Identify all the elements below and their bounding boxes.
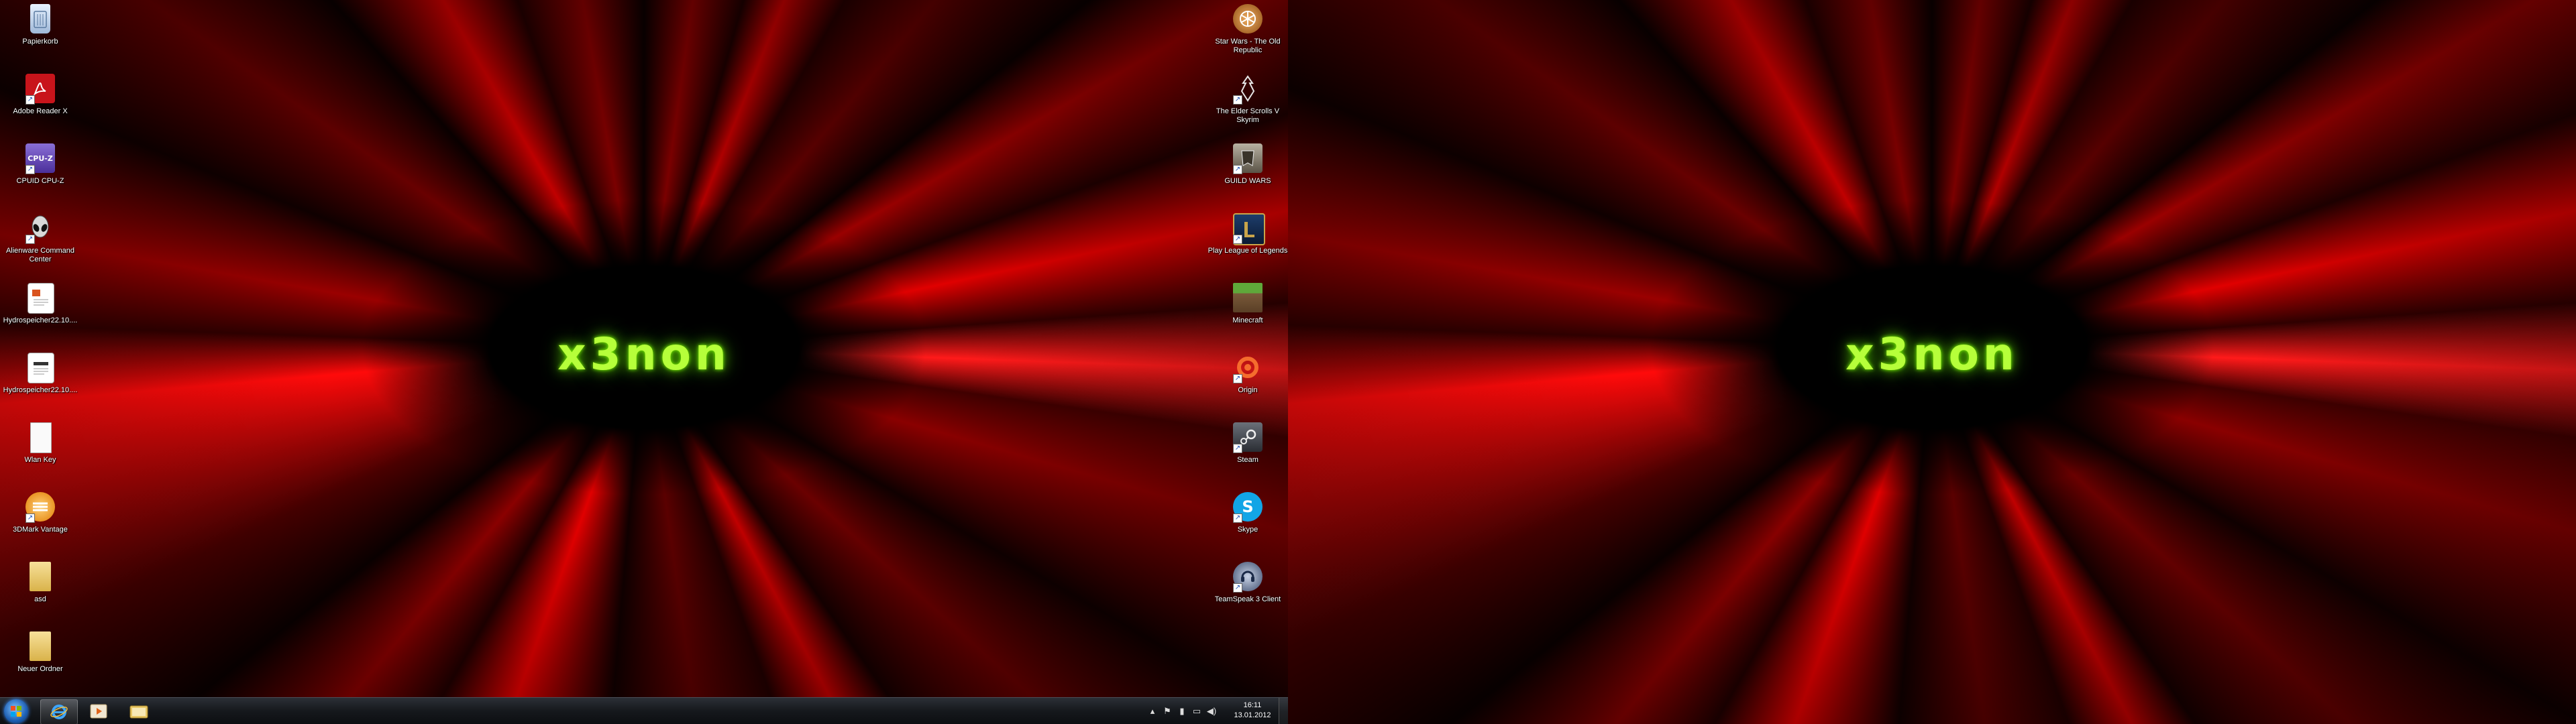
desktop-icon-skyrim[interactable]: ↗ The Elder Scrolls V Skyrim: [1208, 70, 1288, 137]
desktop-icon-label: asd: [34, 595, 46, 603]
media-player-icon: [90, 704, 107, 719]
document-icon: [28, 353, 54, 383]
desktop-icon-label: Hydrospeicher22.10....: [3, 316, 78, 324]
document-icon: [28, 283, 54, 314]
desktop-icon-label: The Elder Scrolls V Skyrim: [1216, 107, 1280, 124]
left-monitor: x3non Papierkorb ↗ Adobe Reader X CPU-Z …: [0, 0, 1288, 724]
power-icon[interactable]: ▮: [1177, 706, 1187, 717]
desktop-icon-wlan-key[interactable]: Wlan Key: [0, 418, 80, 485]
folder-icon: [30, 631, 51, 661]
text-file-icon: [30, 422, 52, 453]
desktop-icon-label: Hydrospeicher22.10....: [3, 386, 78, 394]
desktop-icon-label: Origin: [1238, 386, 1258, 394]
show-desktop-button[interactable]: [1279, 698, 1288, 724]
desktop-icon-hydrospeicher-2[interactable]: Hydrospeicher22.10....: [0, 349, 80, 416]
volume-icon[interactable]: ◀): [1206, 706, 1217, 717]
desktop-icon-3dmark[interactable]: ↗ 3DMark Vantage: [0, 488, 80, 555]
shortcut-arrow-icon: ↗: [1233, 95, 1242, 105]
action-center-flag-icon[interactable]: ⚑: [1162, 706, 1173, 717]
desktop-icon-skype[interactable]: S ↗ Skype: [1208, 488, 1288, 555]
shortcut-arrow-icon: ↗: [25, 514, 35, 523]
desktop-icon-label: Wlan Key: [24, 456, 56, 464]
desktop-icon-label: Steam: [1237, 456, 1258, 464]
desktop-icon-label: TeamSpeak 3 Client: [1214, 595, 1281, 603]
internet-explorer-icon: [50, 705, 68, 719]
desktop-icon-cpuz[interactable]: CPU-Z ↗ CPUID CPU-Z: [0, 139, 80, 206]
desktop-icon-new-folder[interactable]: Neuer Ordner: [0, 627, 80, 695]
desktop-icon-star-wars[interactable]: Star Wars - The Old Republic: [1208, 0, 1288, 67]
desktop-icon-adobe-reader[interactable]: ↗ Adobe Reader X: [0, 70, 80, 137]
desktop-icon-label: Neuer Ordner: [17, 665, 63, 673]
desktop-icon-label: Skype: [1237, 526, 1258, 534]
start-button[interactable]: [4, 699, 28, 723]
taskbar: ▴ ⚑ ▮ ▭ ◀) 16:11 13.01.2012: [0, 697, 1288, 724]
desktop-icon-label: Minecraft: [1232, 316, 1263, 324]
taskbar-internet-explorer[interactable]: [40, 699, 78, 724]
network-icon[interactable]: ▭: [1191, 706, 1202, 717]
clock-time: 16:11: [1243, 701, 1262, 709]
taskbar-media-player[interactable]: [80, 699, 117, 723]
shortcut-arrow-icon: ↗: [25, 95, 35, 105]
show-hidden-icons-chevron-icon[interactable]: ▴: [1147, 706, 1158, 717]
desktop-icon-asd-folder[interactable]: asd: [0, 558, 80, 625]
desktop-icon-steam[interactable]: ↗ Steam: [1208, 418, 1288, 485]
desktop-icon-league-of-legends[interactable]: ↗ Play League of Legends: [1208, 209, 1288, 276]
desktop-icon-origin[interactable]: ↗ Origin: [1208, 349, 1288, 416]
desktop-icon-hydrospeicher-1[interactable]: Hydrospeicher22.10....: [0, 279, 80, 346]
shortcut-arrow-icon: ↗: [25, 165, 35, 174]
desktop-icon-label: Papierkorb: [22, 38, 58, 46]
folder-icon: [129, 705, 148, 719]
shortcut-arrow-icon: ↗: [1233, 374, 1242, 383]
shortcut-arrow-icon: ↗: [1233, 235, 1242, 244]
wallpaper-logo: x3non: [557, 328, 731, 380]
windows-logo-icon: [11, 706, 21, 717]
shortcut-arrow-icon: ↗: [1233, 583, 1242, 593]
desktop-icon-teamspeak[interactable]: ↗ TeamSpeak 3 Client: [1208, 558, 1288, 625]
desktop-icon-label: 3DMark Vantage: [13, 526, 68, 534]
shortcut-arrow-icon: ↗: [1233, 165, 1242, 174]
recycle-bin-icon: [30, 4, 50, 34]
folder-icon: [30, 562, 51, 591]
desktop-icon-label: Star Wars - The Old Republic: [1215, 38, 1281, 54]
clock-date: 13.01.2012: [1234, 711, 1271, 719]
system-clock[interactable]: 16:11 13.01.2012: [1229, 701, 1276, 721]
desktop-icon-guild-wars[interactable]: ↗ GUILD WARS: [1208, 139, 1288, 206]
desktop-icon-minecraft[interactable]: Minecraft: [1208, 279, 1288, 346]
right-monitor: x3non: [1288, 0, 2576, 724]
desktop-icon-alienware[interactable]: ↗ Alienware Command Center: [0, 209, 80, 276]
minecraft-icon: [1233, 283, 1263, 312]
desktop-icon-recycle-bin[interactable]: Papierkorb: [0, 0, 80, 67]
star-wars-icon: [1233, 4, 1263, 34]
wallpaper-logo: x3non: [1845, 328, 2019, 380]
taskbar-explorer[interactable]: [121, 699, 157, 723]
desktop-icon-label: Play League of Legends: [1208, 247, 1288, 255]
desktop-icon-label: GUILD WARS: [1224, 177, 1271, 185]
shortcut-arrow-icon: ↗: [1233, 514, 1242, 523]
shortcut-arrow-icon: ↗: [25, 235, 35, 244]
shortcut-arrow-icon: ↗: [1233, 444, 1242, 453]
desktop-icon-label: Adobe Reader X: [13, 107, 68, 115]
desktop-icon-label: CPUID CPU-Z: [16, 177, 64, 185]
desktop-icon-label: Alienware Command Center: [5, 247, 75, 263]
